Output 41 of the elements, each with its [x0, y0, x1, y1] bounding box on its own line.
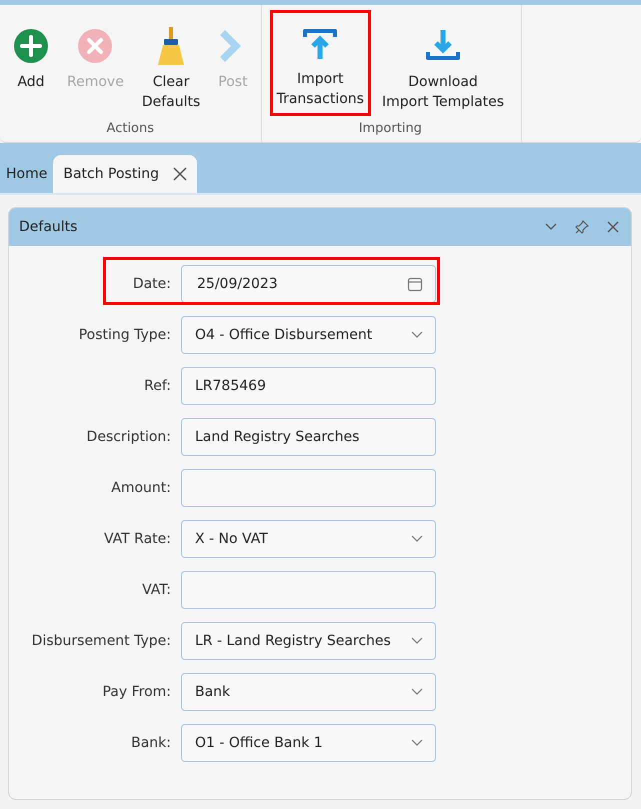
field-label: Amount: — [111, 480, 171, 496]
calendar-icon[interactable] — [407, 276, 423, 292]
ribbon-button[interactable]: Clear Defaults — [134, 23, 208, 119]
field-label: Description: — [86, 429, 171, 445]
pin-icon[interactable] — [575, 220, 589, 234]
field-label: Ref: — [144, 378, 171, 394]
field-label: Bank: — [131, 735, 171, 751]
panel-title: Defaults — [19, 219, 78, 235]
dropdown[interactable]: O1 - Office Bank 1 — [181, 724, 436, 762]
field-label: Pay From: — [102, 684, 171, 700]
ribbon-button[interactable]: Add — [6, 23, 56, 99]
chevron-down-icon[interactable] — [411, 535, 423, 543]
input-field[interactable] — [181, 469, 436, 507]
chevron-down-icon[interactable] — [545, 223, 557, 231]
date-field[interactable]: 25/09/2023 — [181, 265, 436, 303]
chevron-down-icon[interactable] — [411, 637, 423, 645]
field-label: Date: — [132, 276, 171, 292]
input-field[interactable] — [181, 571, 436, 609]
dropdown[interactable]: O4 - Office Disbursement — [181, 316, 436, 354]
chevron-down-icon[interactable] — [411, 688, 423, 696]
close-icon[interactable] — [172, 167, 187, 181]
field-label: Posting Type: — [78, 327, 171, 343]
chevron-down-icon[interactable] — [411, 331, 423, 339]
field-label: Disbursement Type: — [32, 633, 171, 649]
dropdown[interactable]: LR - Land Registry Searches — [181, 622, 436, 660]
input-field[interactable]: LR785469 — [181, 367, 436, 405]
chevron-down-icon[interactable] — [411, 739, 423, 747]
field-label: VAT: — [142, 582, 171, 598]
dropdown[interactable]: X - No VAT — [181, 520, 436, 558]
input-field[interactable]: Land Registry Searches — [181, 418, 436, 456]
plus-icon — [13, 28, 49, 64]
ribbon-button[interactable]: Download Import Templates — [374, 23, 512, 119]
field-label: VAT Rate: — [104, 531, 171, 547]
group-label: Actions — [106, 121, 154, 138]
highlighted-ribbon-button[interactable]: Import Transactions — [270, 10, 371, 116]
tab[interactable]: Batch Posting — [53, 155, 197, 193]
close-icon[interactable] — [607, 221, 619, 233]
dropdown[interactable]: Bank — [181, 673, 436, 711]
group-label: Importing — [358, 121, 422, 138]
tab[interactable]: Home — [0, 155, 54, 193]
close-icon — [77, 28, 114, 64]
